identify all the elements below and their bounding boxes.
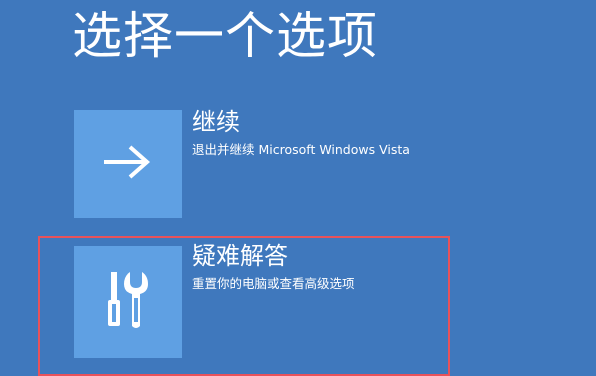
page-title: 选择一个选项	[72, 7, 378, 65]
tools-icon	[104, 268, 152, 336]
continue-description: 退出并继续 Microsoft Windows Vista	[192, 142, 410, 157]
continue-option[interactable]: 继续 退出并继续 Microsoft Windows Vista	[72, 108, 452, 218]
continue-tile[interactable]	[74, 110, 182, 218]
continue-title: 继续	[192, 108, 240, 136]
troubleshoot-description: 重置你的电脑或查看高级选项	[192, 276, 355, 291]
troubleshoot-option[interactable]: 疑难解答 重置你的电脑或查看高级选项	[72, 242, 452, 358]
troubleshoot-tile[interactable]	[74, 246, 182, 358]
arrow-right-icon	[102, 142, 154, 186]
troubleshoot-title: 疑难解答	[192, 242, 288, 270]
